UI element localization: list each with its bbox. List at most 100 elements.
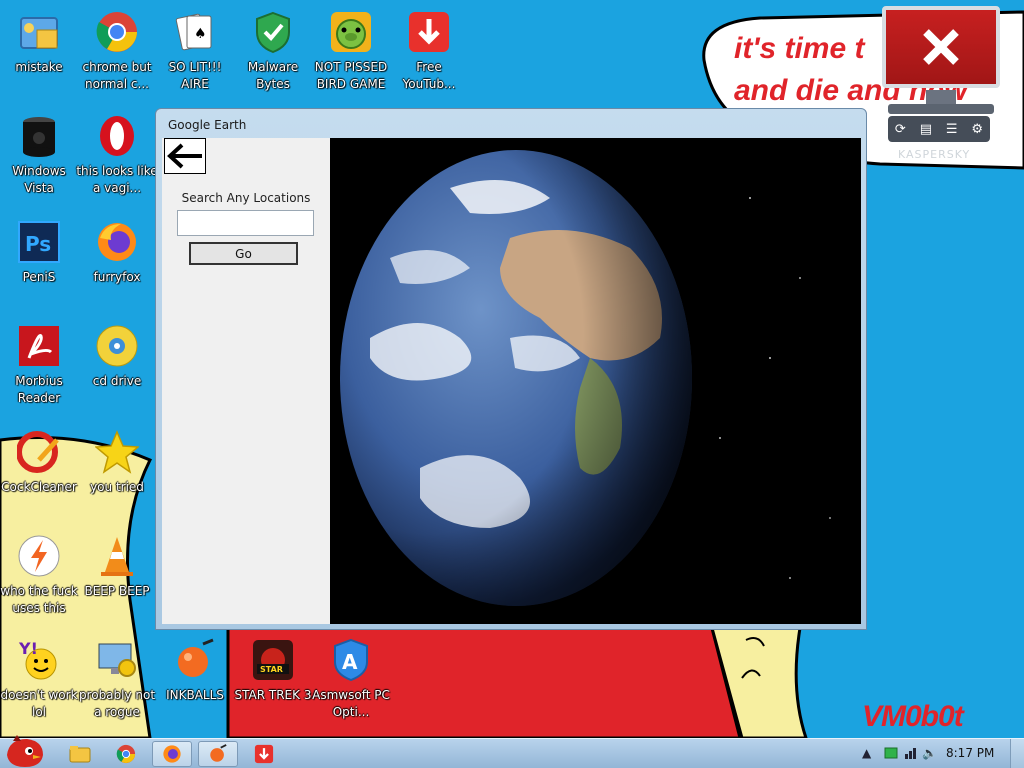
inkball-icon	[210, 744, 227, 762]
earth-viewport[interactable]	[330, 138, 861, 624]
ink-ball-icon	[171, 636, 219, 684]
green-pig-icon	[327, 8, 375, 56]
desktop-icon-label: NOT PISSED BIRD GAME	[314, 60, 388, 91]
desktop-icon-opera[interactable]: this looks like a vagi...	[76, 112, 158, 197]
gadget-base	[888, 104, 994, 114]
desktop-icon-label: STAR TREK 3	[234, 688, 312, 702]
svg-text:A: A	[342, 650, 358, 674]
desktop-icon-vista[interactable]: Windows Vista	[0, 112, 80, 197]
desktop-icon-malwarebytes[interactable]: Malware Bytes	[232, 8, 314, 93]
svg-text:♠: ♠	[194, 26, 207, 42]
show-hidden-icons-icon[interactable]: ▲	[862, 746, 871, 760]
back-button[interactable]	[164, 138, 206, 174]
starwars-game-icon: STAR	[249, 636, 297, 684]
taskbar-inkball[interactable]	[198, 741, 238, 767]
close-x-icon	[923, 29, 959, 65]
gadget-stand	[926, 90, 956, 104]
volume-icon[interactable]: 🔈	[922, 746, 937, 760]
download-arrow-icon	[405, 8, 453, 56]
desktop-icon-mistake[interactable]: mistake	[0, 8, 80, 76]
desktop-icon-label: Free YouTub...	[402, 60, 456, 91]
window-title: Google Earth	[168, 118, 247, 132]
cd-icon	[93, 322, 141, 370]
clock-time[interactable]: 8:17 PM	[946, 746, 994, 760]
chrome-icon	[93, 8, 141, 56]
desktop-icon-whothef[interactable]: who the fuck uses this	[0, 532, 80, 617]
taskbar: ▲ 🔈 8:17 PM	[0, 735, 1024, 768]
clipboard-icon[interactable]: ▤	[920, 122, 932, 137]
taskbar-explorer[interactable]	[60, 741, 100, 767]
go-button[interactable]: Go	[189, 242, 298, 265]
desktop-icon-youtube[interactable]: Free YouTub...	[388, 8, 470, 93]
desktop-icon-label: Asmwsoft PC Opti...	[312, 688, 390, 719]
desktop-icon-label: BEEP BEEP	[84, 584, 150, 598]
desktop-icon-asmwsoft[interactable]: A Asmwsoft PC Opti...	[310, 636, 392, 721]
desktop-icon-label: who the fuck uses this	[0, 584, 78, 615]
desktop-icon-label: probably not a rogue	[78, 688, 156, 719]
desktop-icon-birdgame[interactable]: NOT PISSED BIRD GAME	[310, 8, 392, 93]
ccleaner-icon	[15, 428, 63, 476]
svg-text:Ps: Ps	[25, 232, 51, 256]
taskbar-firefox[interactable]	[152, 741, 192, 767]
black-cylinder-icon	[15, 112, 63, 160]
chrome-icon	[116, 744, 136, 764]
photoshop-icon: Ps	[15, 218, 63, 266]
svg-text:STAR: STAR	[260, 665, 283, 674]
desktop-icon-label: mistake	[15, 60, 63, 74]
report-icon[interactable]: ☰	[946, 122, 958, 137]
kaspersky-gadget[interactable]: ⟳ ▤ ☰ ⚙ KASPERSKY	[882, 4, 1002, 164]
folder-check-icon	[15, 8, 63, 56]
kaspersky-status-screen[interactable]	[882, 6, 1000, 88]
desktop-icon-label: Morbius Reader	[15, 374, 63, 405]
desktop-icon-firefox[interactable]: furryfox	[76, 218, 158, 286]
shield-check-icon	[249, 8, 297, 56]
desktop-icon-photoshop[interactable]: Ps PeniS	[0, 218, 80, 286]
desktop-icon-label: cd drive	[92, 374, 142, 388]
desktop-icon-inkballs[interactable]: INKBALLS	[154, 636, 236, 704]
refresh-icon[interactable]: ⟳	[895, 122, 906, 137]
desktop-icon-label: CockCleaner	[1, 480, 77, 494]
explorer-icon	[69, 746, 91, 763]
taskbar-chrome[interactable]	[106, 741, 146, 767]
search-sidebar: Search Any Locations Go	[162, 138, 330, 624]
opera-icon	[93, 112, 141, 160]
gear-icon[interactable]: ⚙	[971, 122, 983, 137]
desktop-icon-acrobat[interactable]: Morbius Reader	[0, 322, 80, 407]
desktop-icon-ccleaner[interactable]: CockCleaner	[0, 428, 80, 496]
desktop-icon-label: SO LIT!!! AIRE	[168, 60, 222, 91]
desktop-icon-solitaire[interactable]: ♠ SO LIT!!! AIRE	[154, 8, 236, 93]
start-button[interactable]	[2, 733, 48, 768]
desktop-icon-yahoo[interactable]: Y! doesn't work lol	[0, 636, 80, 721]
svg-text:Y!: Y!	[18, 639, 38, 658]
wallpaper-signature: VM0b0t	[862, 700, 964, 733]
monitor-gears-icon	[93, 636, 141, 684]
desktop-icon-chrome[interactable]: chrome but normal c...	[76, 8, 158, 93]
youtube-downloader-icon	[254, 744, 274, 764]
taskbar-youtube-downloader[interactable]	[244, 741, 284, 767]
desktop-icon-startrek[interactable]: STAR STAR TREK 3	[232, 636, 314, 704]
traffic-cone-icon	[93, 532, 141, 580]
desktop-icon-cddrive[interactable]: cd drive	[76, 322, 158, 390]
desktop-icon-rogue[interactable]: probably not a rogue	[76, 636, 158, 721]
pdf-reader-icon	[15, 322, 63, 370]
show-desktop-button[interactable]	[1010, 739, 1024, 768]
asmwsoft-icon: A	[327, 636, 375, 684]
desktop-icon-vlc[interactable]: BEEP BEEP	[76, 532, 158, 600]
search-input[interactable]	[177, 210, 314, 236]
battery-icon[interactable]	[884, 746, 898, 763]
desktop-icon-label: doesn't work lol	[0, 688, 78, 719]
gadget-button-bar: ⟳ ▤ ☰ ⚙	[888, 116, 990, 142]
desktop-icon-label: INKBALLS	[166, 688, 224, 702]
star-icon	[93, 428, 141, 476]
google-earth-window[interactable]: Google Earth Search Any Locations Go	[155, 108, 867, 630]
desktop-icon-star[interactable]: you tried	[76, 428, 158, 496]
cards-icon: ♠	[171, 8, 219, 56]
window-client-area: Search Any Locations Go	[162, 138, 861, 624]
firefox-icon	[93, 218, 141, 266]
arrow-left-icon	[167, 143, 202, 169]
firefox-icon	[163, 745, 181, 763]
desktop-icon-label: PeniS	[22, 270, 56, 284]
desktop-icon-label: Malware Bytes	[247, 60, 299, 91]
wallpaper-text-line1: it's time t	[734, 32, 865, 65]
network-icon[interactable]	[904, 746, 918, 763]
